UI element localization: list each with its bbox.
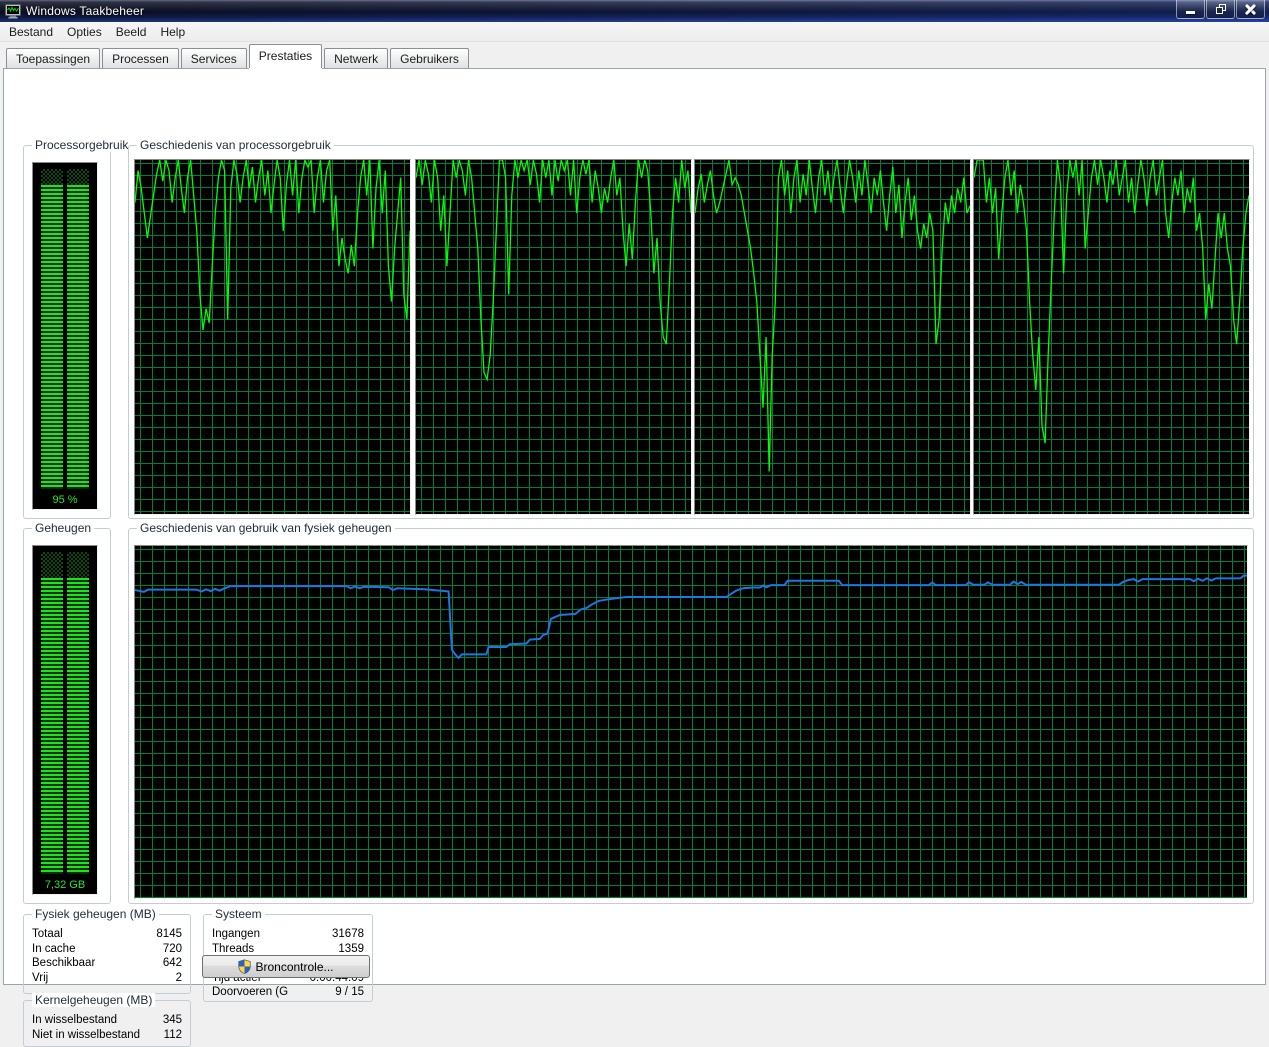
restore-icon [1215, 4, 1226, 14]
physical-memory-groupbox: Fysiek geheugen (MB) Totaal 8145 In cache 7… [23, 907, 191, 994]
menu-item-help[interactable]: Help [153, 23, 192, 41]
stat-value: 8145 [156, 928, 182, 940]
stat-row: Vrij 2 [32, 971, 182, 986]
cpu-history-graph-2 [415, 159, 692, 515]
memory-history-label: Geschiedenis van gebruik van fysiek gehe… [137, 521, 395, 535]
memory-usage-gauge: 7,32 GB [32, 545, 98, 895]
menu-item-opties[interactable]: Opties [60, 23, 109, 41]
minimize-icon [1186, 10, 1195, 14]
tab-toepassingen[interactable]: Toepassingen [6, 48, 101, 68]
stat-label: Threads [212, 942, 255, 955]
stat-value: 1359 [338, 942, 364, 955]
stat-row: Totaal 8145 [32, 927, 182, 942]
tab-prestaties[interactable]: Prestaties [248, 44, 323, 68]
cpu-history-graph-3 [694, 159, 971, 515]
uac-shield-icon [238, 959, 252, 974]
menu-item-bestand[interactable]: Bestand [2, 23, 60, 41]
title-bar[interactable]: Windows Taakbeheer [0, 0, 1269, 22]
cpu-usage-gauge: 95 % [32, 162, 98, 510]
window-title: Windows Taakbeheer [26, 4, 145, 18]
stat-label: Niet in wisselbestand [32, 1028, 141, 1041]
cpu-gauge-label: Processorgebruik [32, 138, 132, 152]
stat-value: 31678 [332, 928, 364, 940]
stat-label: In cache [32, 942, 76, 955]
performance-tab-page: Processorgebruik 95 % Geschiedenis van p… [3, 68, 1266, 1047]
memory-history-groupbox: Geschiedenis van gebruik van fysiek gehe… [128, 521, 1254, 904]
restore-button[interactable] [1206, 0, 1235, 19]
tab-gebruikers[interactable]: Gebruikers [390, 48, 469, 68]
cpu-usage-value: 95 % [52, 494, 78, 506]
menu-bar: Bestand Opties Beeld Help [0, 22, 1269, 42]
memory-history-graph [134, 545, 1248, 899]
stat-row: Doorvoeren (G 9 / 15 [212, 985, 364, 1000]
menu-item-beeld[interactable]: Beeld [109, 23, 154, 41]
physical-memory-label: Fysiek geheugen (MB) [32, 907, 159, 921]
stat-label: Doorvoeren (G [212, 986, 289, 999]
stat-value: 2 [175, 971, 182, 984]
kernel-memory-label: Kernelgeheugen (MB) [32, 993, 156, 1007]
stat-row: Niet in wisselbestand 112 [32, 1028, 182, 1043]
tab-processen[interactable]: Processen [102, 48, 179, 68]
resource-monitor-button[interactable]: Broncontrole... [202, 955, 370, 978]
cpu-history-graph-4 [973, 159, 1250, 515]
tab-netwerk[interactable]: Netwerk [324, 48, 389, 68]
close-icon [1244, 3, 1257, 15]
taskmgr-window: { "window": { "title": "Windows Taakbehe… [0, 0, 1269, 1047]
stat-value: 642 [162, 957, 182, 970]
stat-label: Ingangen [212, 928, 260, 940]
stat-label: In wisselbestand [32, 1014, 118, 1026]
memory-usage-value: 7,32 GB [44, 879, 86, 891]
stat-value: 345 [162, 1014, 182, 1026]
system-label: Systeem [212, 907, 265, 921]
minimize-button[interactable] [1176, 0, 1205, 19]
stat-row: Threads 1359 [212, 942, 364, 957]
memory-gauge-groupbox: Geheugen 7,32 GB [23, 521, 111, 904]
tab-strip: Toepassingen Processen Services Prestaties N… [6, 44, 471, 68]
stat-label: Beschikbaar [32, 957, 96, 970]
stat-row: In cache 720 [32, 942, 182, 957]
stat-label: Totaal [32, 928, 63, 940]
memory-gauge-label: Geheugen [32, 521, 95, 535]
stat-row: In wisselbestand 345 [32, 1013, 182, 1028]
stat-row: Beschikbaar 642 [32, 956, 182, 971]
app-icon [5, 4, 21, 19]
stat-value: 720 [162, 942, 182, 955]
stat-value: 9 / 15 [335, 986, 364, 999]
stat-label: Vrij [32, 971, 49, 984]
close-button[interactable] [1236, 0, 1265, 19]
stat-value: 112 [163, 1028, 182, 1041]
resource-monitor-button-label: Broncontrole... [255, 959, 334, 974]
cpu-history-groupbox: Geschiedenis van processorgebruik [128, 138, 1254, 519]
stat-row: Ingangen 31678 [212, 927, 364, 942]
cpu-history-graph-1 [134, 159, 411, 515]
kernel-memory-groupbox: Kernelgeheugen (MB) In wisselbestand 345 N… [23, 993, 191, 1047]
cpu-gauge-groupbox: Processorgebruik 95 % [23, 138, 132, 519]
tab-services[interactable]: Services [180, 48, 247, 68]
cpu-history-label: Geschiedenis van processorgebruik [137, 138, 334, 152]
